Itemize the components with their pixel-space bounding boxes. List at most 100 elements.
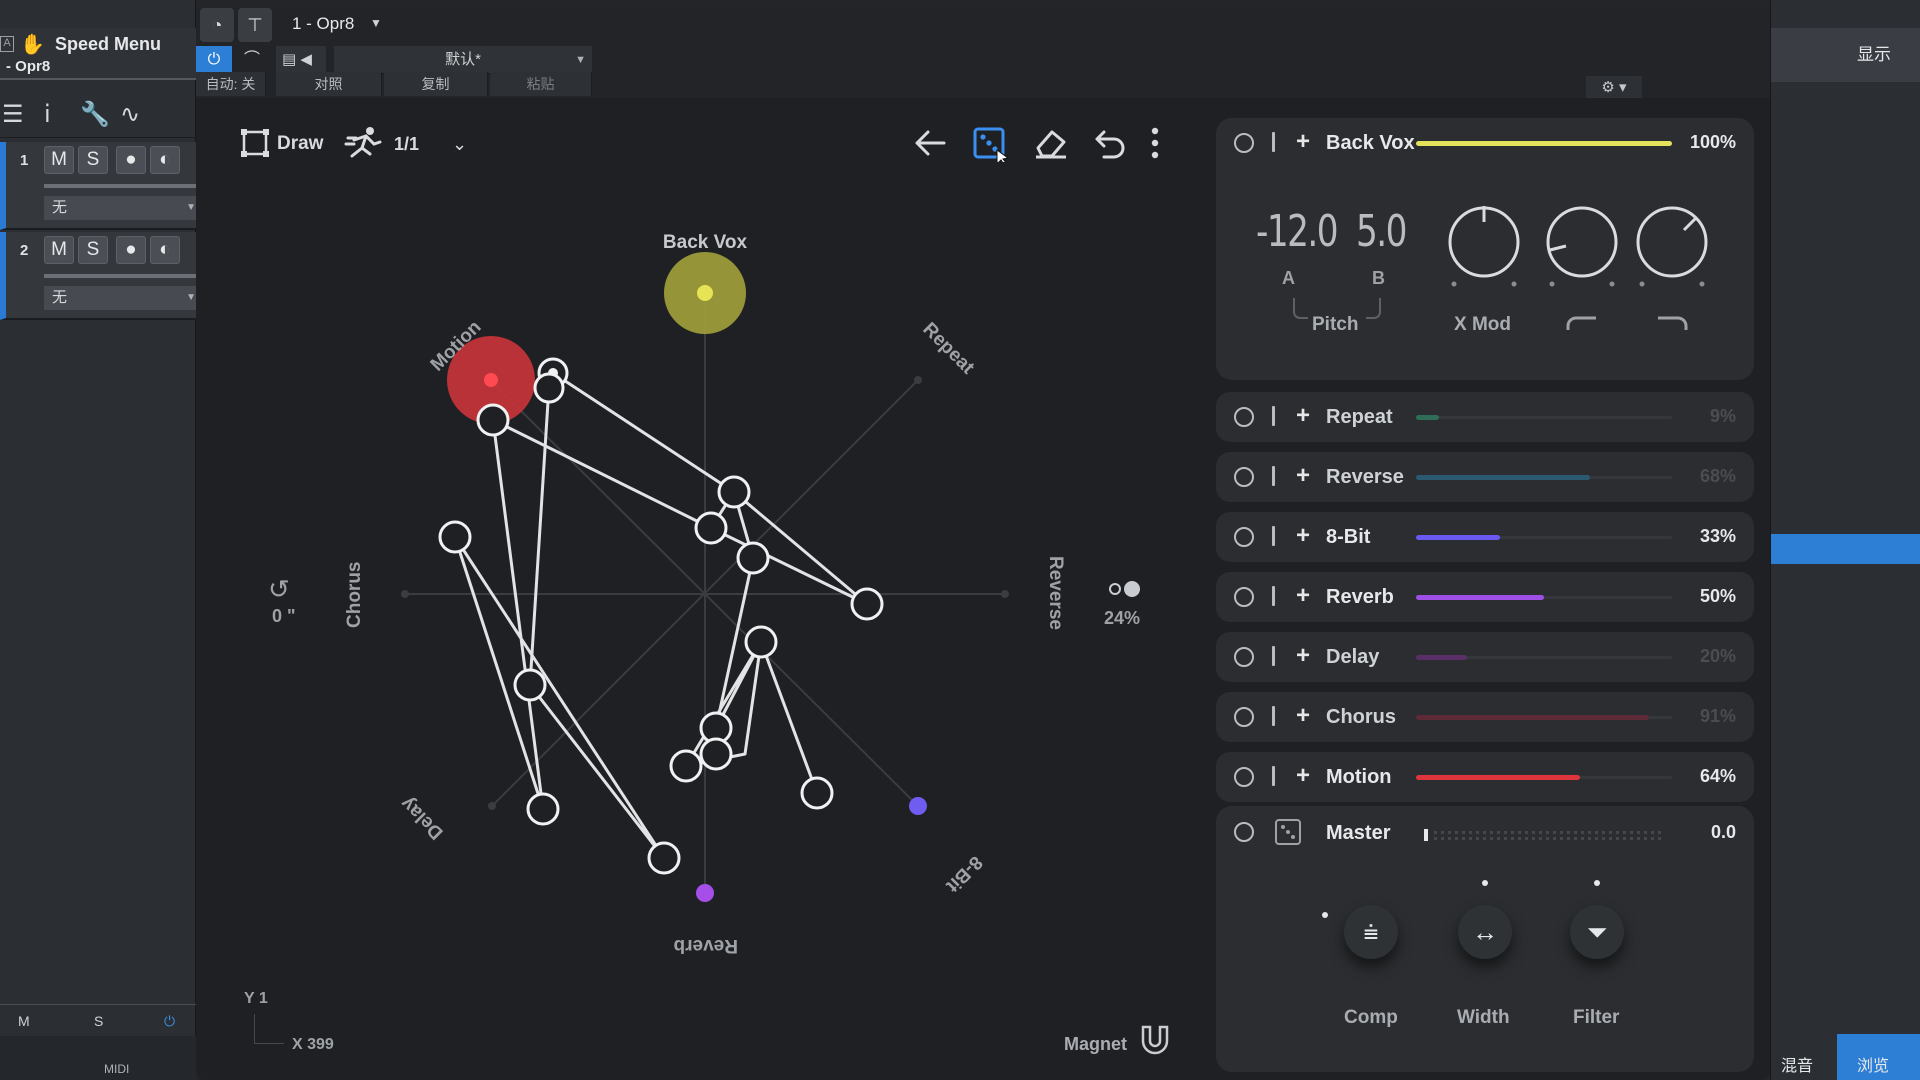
input-select[interactable]: 无 [44, 196, 200, 220]
add-icon[interactable]: + [1296, 402, 1310, 430]
xy-pad[interactable]: Back Vox Repeat Reverse 8-Bit Reverb Del… [196, 98, 1216, 1080]
tab-browse[interactable]: 浏览 [1837, 1034, 1920, 1080]
module-level-track[interactable] [1416, 655, 1672, 660]
pitch-a-value[interactable]: -12.0 [1256, 206, 1339, 257]
mute-button[interactable]: M [44, 146, 74, 174]
module-level-track[interactable] [1416, 141, 1672, 146]
magnet-icon[interactable] [1138, 1024, 1172, 1063]
magnet-label[interactable]: Magnet [1064, 1034, 1127, 1055]
reverb-node[interactable] [696, 884, 714, 902]
module-row-repeat[interactable]: + Repeat 9% [1216, 392, 1754, 442]
automation-icon[interactable]: ∿ [120, 100, 140, 129]
enable-ring-icon[interactable] [1234, 707, 1254, 727]
width-indicator [1482, 880, 1488, 886]
solo-button[interactable]: S [78, 236, 108, 264]
rotate-icon[interactable]: ↺ [268, 574, 290, 605]
list-icon[interactable]: ☰ [2, 100, 24, 129]
add-icon[interactable]: + [1296, 582, 1310, 610]
monitor-button[interactable]: ◐ [150, 236, 180, 264]
xmod-knob[interactable] [1446, 204, 1522, 293]
paste-button[interactable]: 粘贴 [490, 72, 592, 96]
enable-ring-icon[interactable] [1234, 467, 1254, 487]
preset-select[interactable]: 默认* ▼ [334, 46, 592, 74]
power-button[interactable]: ⏻ [196, 46, 232, 74]
record-button[interactable]: ● [116, 146, 146, 174]
curve-knob-1[interactable] [1544, 204, 1620, 293]
dice-icon[interactable] [1274, 818, 1302, 851]
add-icon[interactable]: + [1296, 128, 1310, 156]
mute-all-button[interactable]: M [18, 1013, 30, 1029]
tab-chevron-down-icon[interactable]: ▼ [370, 16, 382, 30]
solo-tick-icon[interactable] [1272, 526, 1275, 546]
midi-area: MIDI [0, 1036, 196, 1080]
solo-tick-icon[interactable] [1272, 132, 1275, 152]
track-1[interactable]: 1 M S ● ◐ 无 [0, 142, 200, 230]
add-icon[interactable]: + [1296, 522, 1310, 550]
info-icon[interactable]: ⅰ [44, 100, 51, 129]
spread-toggle-icon[interactable] [1108, 580, 1142, 598]
module-level-fill [1416, 415, 1440, 420]
add-icon[interactable]: + [1296, 462, 1310, 490]
module-level-fill [1416, 535, 1501, 540]
settings-gear-icon[interactable]: ⚙ ▾ [1586, 76, 1642, 100]
enable-ring-icon[interactable] [1234, 407, 1254, 427]
input-select[interactable]: 无 [44, 286, 200, 310]
solo-tick-icon[interactable] [1272, 706, 1275, 726]
auto-toggle[interactable]: 自动: 关 [196, 72, 266, 96]
preset-name: 默认* [445, 51, 481, 68]
module-row-delay[interactable]: + Delay 20% [1216, 632, 1754, 682]
enable-ring-icon[interactable] [1234, 133, 1254, 153]
solo-tick-icon[interactable] [1272, 646, 1275, 666]
preset-file-icon[interactable]: ▤ ◀ ▶ [276, 46, 326, 96]
module-level-track[interactable] [1416, 595, 1672, 600]
add-icon[interactable]: + [1296, 642, 1310, 670]
y-readout: Y 1 [244, 990, 268, 1007]
module-row-chorus[interactable]: + Chorus 91% [1216, 692, 1754, 742]
solo-tick-icon[interactable] [1272, 586, 1275, 606]
module-level-track[interactable] [1416, 775, 1672, 780]
solo-all-button[interactable]: S [94, 1013, 103, 1029]
module-row-8-bit[interactable]: +8-Bit 33% [1216, 512, 1754, 562]
plugin-logo-icon[interactable]: ◔ [200, 8, 234, 42]
plugin-tab[interactable]: 1 - Opr8 [292, 14, 354, 34]
module-level-track[interactable] [1416, 535, 1672, 540]
tab-mix[interactable]: 混音 [1781, 1052, 1813, 1076]
mute-button[interactable]: M [44, 236, 74, 264]
enable-ring-icon[interactable] [1234, 822, 1254, 842]
width-button[interactable]: ↔ [1458, 905, 1512, 959]
module-row-reverb[interactable]: + Reverb 50% [1216, 572, 1754, 622]
record-button[interactable]: ● [116, 236, 146, 264]
enable-ring-icon[interactable] [1234, 647, 1254, 667]
solo-tick-icon[interactable] [1272, 466, 1275, 486]
copy-button[interactable]: 复制 [384, 72, 488, 96]
add-icon[interactable]: + [1296, 702, 1310, 730]
enable-ring-icon[interactable] [1234, 587, 1254, 607]
pitch-b-value[interactable]: 5.0 [1356, 206, 1407, 257]
enable-ring-icon[interactable] [1234, 767, 1254, 787]
module-level-track[interactable] [1416, 715, 1672, 720]
a-badge: A [0, 36, 14, 52]
power-icon[interactable]: ⏻ [164, 1013, 175, 1030]
enable-ring-icon[interactable] [1234, 527, 1254, 547]
filter-button[interactable]: ⏷ [1570, 905, 1624, 959]
module-level-track[interactable] [1416, 475, 1672, 480]
module-level-track[interactable] [1416, 415, 1672, 420]
wrench-icon[interactable]: 🔧 [80, 100, 110, 129]
compare-button[interactable]: 对照 [276, 72, 382, 96]
hand-icon: ✋ [20, 34, 45, 56]
track-2[interactable]: 2 M S ● ◐ 无 [0, 232, 200, 320]
module-row-motion[interactable]: + Motion 64% [1216, 752, 1754, 802]
solo-tick-icon[interactable] [1272, 766, 1275, 786]
module-row-reverse[interactable]: + Reverse 68% [1216, 452, 1754, 502]
curve-knob-2[interactable] [1634, 204, 1710, 293]
show-button[interactable]: 显示 [1771, 28, 1920, 82]
bypass-icon[interactable]: ⌒ [234, 46, 270, 74]
add-icon[interactable]: + [1296, 762, 1310, 790]
solo-button[interactable]: S [78, 146, 108, 174]
routing-icon[interactable]: ⊤ [238, 8, 272, 42]
solo-tick-icon[interactable] [1272, 406, 1275, 426]
comp-button[interactable]: ⩧ [1344, 905, 1398, 959]
monitor-button[interactable]: ◐ [150, 146, 180, 174]
label-repeat: Repeat [918, 319, 978, 379]
bit8-node[interactable] [909, 797, 927, 815]
